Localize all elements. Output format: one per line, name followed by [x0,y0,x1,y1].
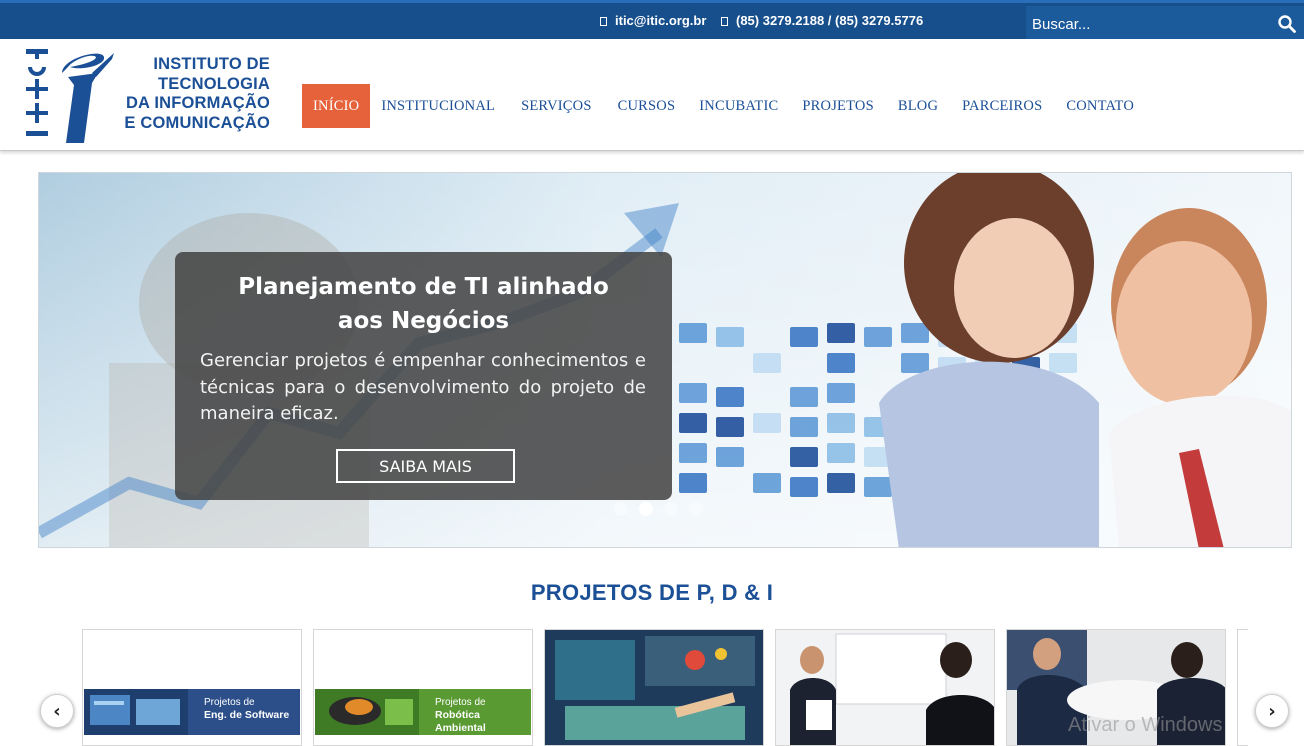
project-card-software[interactable]: Projetos de Eng. de Software [82,629,302,746]
project-card-presentation[interactable] [775,629,995,746]
slider-dot[interactable] [664,502,678,516]
project-card-electronics[interactable] [544,629,764,746]
contact-phone[interactable]: (85) 3279.2188 / (85) 3279.5776 [721,13,923,28]
project-label-small: Projetos de [204,697,255,708]
electronics-photo [545,630,763,745]
project-label-small: Projetos de [435,697,486,708]
software-thumbnail [84,689,188,735]
search-box [1026,6,1304,42]
logo-text: INSTITUTO DE TECNOLOGIA DA INFORMAÇÃO E … [110,55,270,133]
contact-email[interactable]: itic@itic.org.br [600,13,706,28]
carousel-prev-button[interactable]: ‹ [40,694,74,728]
search-input[interactable] [1026,6,1266,42]
nav-item-contato[interactable]: CONTATO [1055,84,1145,128]
nav-item-servicos[interactable]: SERVIÇOS [509,84,607,128]
slider-dot-active[interactable] [639,502,653,516]
site-header: INSTITUTO DE TECNOLOGIA DA INFORMAÇÃO E … [0,39,1304,151]
top-bar: itic@itic.org.br (85) 3279.2188 / (85) 3… [0,0,1304,42]
logo-line-1: INSTITUTO DE [153,55,270,73]
slide-title: Planejamento de TI alinhado aos Negócios [175,270,672,338]
section-title: PROJETOS DE P, D & I [530,580,774,605]
project-label: Projetos de Robótica Ambiental [435,696,531,735]
project-banner: Projetos de Eng. de Software [84,689,300,735]
slider-dot[interactable] [689,502,703,516]
envelope-icon [600,17,607,26]
nav-item-blog[interactable]: BLOG [887,84,951,128]
windows-activation-watermark: Ativar o Windows [1068,714,1223,736]
slide-title-line-2: aos Negócios [337,308,510,334]
carousel-next-button[interactable]: › [1255,694,1289,728]
logo-line-3: DA INFORMAÇÃO [125,94,270,112]
nav-item-parceiros[interactable]: PARCEIROS [951,84,1055,128]
slider-dot[interactable] [614,502,628,516]
slide-description: Gerenciar projetos é empenhar conhecimen… [200,350,646,424]
slide-title-line-1: Planejamento de TI alinhado [238,274,609,300]
presentation-photo [776,630,994,745]
saiba-mais-button[interactable]: SAIBA MAIS [336,449,515,483]
search-button[interactable] [1270,6,1304,42]
project-label-title: Eng. de Software [204,709,290,721]
main-nav: INÍCIO INSTITUCIONAL SERVIÇOS CURSOS INC… [302,84,1145,128]
logo-line-2: TECNOLOGIA [158,74,270,93]
project-card-robotica[interactable]: Projetos de Robótica Ambiental [313,629,533,746]
itic-logo[interactable]: INSTITUTO DE TECNOLOGIA DA INFORMAÇÃO E … [22,43,282,148]
project-card-partial[interactable] [1237,629,1248,746]
nav-item-institucional[interactable]: INSTITUCIONAL [370,84,509,128]
hero-slider[interactable]: Planejamento de TI alinhado aos Negócios… [38,172,1292,548]
search-icon [1278,15,1296,33]
logo-line-4: E COMUNICAÇÃO [124,113,270,132]
nav-item-cursos[interactable]: CURSOS [607,84,689,128]
phone-text: (85) 3279.2188 / (85) 3279.5776 [736,13,924,28]
nav-item-projetos[interactable]: PROJETOS [791,84,886,128]
nav-item-inicio[interactable]: INÍCIO [302,84,371,128]
project-banner: Projetos de Robótica Ambiental [315,689,531,735]
slide-caption: Planejamento de TI alinhado aos Negócios… [175,252,672,500]
nav-item-incubatic[interactable]: INCUBATIC [688,84,791,128]
robotica-thumbnail [315,689,419,735]
phone-icon [721,17,728,26]
project-label-title: Robótica Ambiental [435,709,486,734]
slider-pagination [614,502,703,516]
project-label: Projetos de Eng. de Software [204,696,289,722]
email-text: itic@itic.org.br [615,13,707,28]
